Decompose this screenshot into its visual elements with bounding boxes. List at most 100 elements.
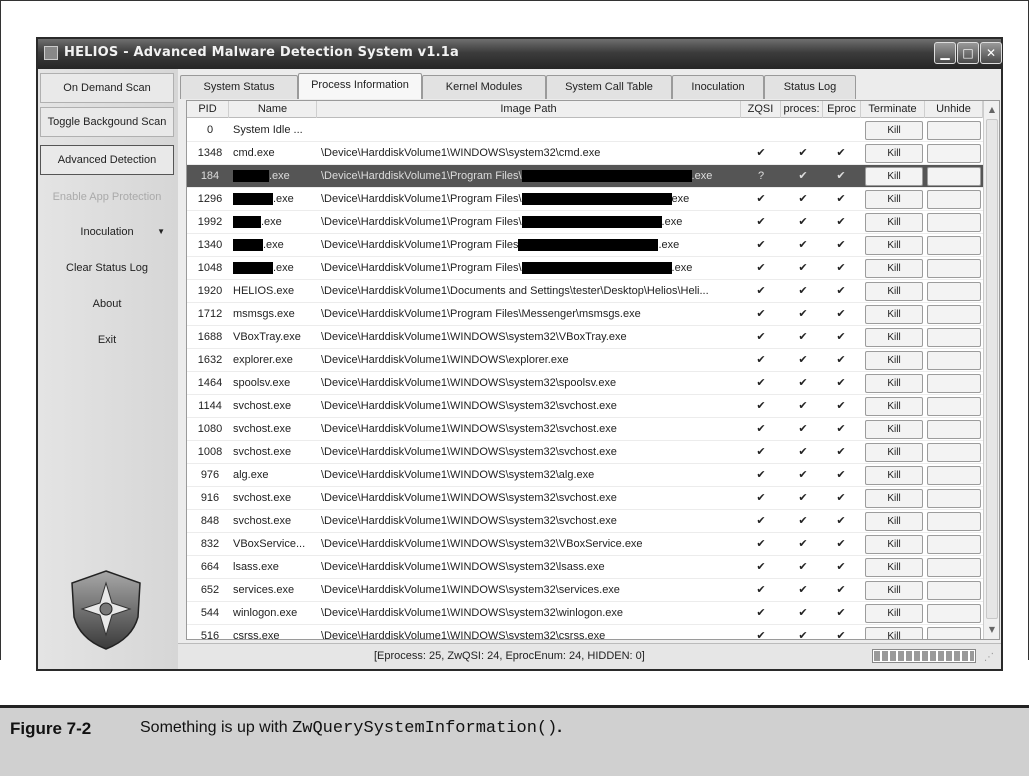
unhide-button[interactable]	[927, 581, 981, 600]
resize-grip-icon[interactable]: ⋰	[984, 652, 994, 663]
unhide-button[interactable]	[927, 144, 981, 163]
kill-button[interactable]: Kill	[865, 236, 923, 255]
table-row[interactable]: 1008 svchost.exe \Device\HarddiskVolume1\W…	[187, 441, 983, 464]
table-row[interactable]: 1992 .exe \Device\HarddiskVolume1\Program …	[187, 211, 983, 234]
unhide-button[interactable]	[927, 190, 981, 209]
kill-button[interactable]: Kill	[865, 121, 923, 140]
kill-button[interactable]: Kill	[865, 535, 923, 554]
kill-button[interactable]: Kill	[865, 627, 923, 639]
kill-button[interactable]: Kill	[865, 420, 923, 439]
table-row[interactable]: 1144 svchost.exe \Device\HarddiskVolume1\W…	[187, 395, 983, 418]
unhide-button[interactable]	[927, 374, 981, 393]
unhide-button[interactable]	[927, 466, 981, 485]
kill-button[interactable]: Kill	[865, 144, 923, 163]
table-row[interactable]: 1348 cmd.exe \Device\HarddiskVolume1\WINDO…	[187, 142, 983, 165]
column-header-eproc[interactable]: Eproc	[823, 101, 861, 118]
column-header-pid[interactable]: PID	[187, 101, 229, 118]
table-row[interactable]: 1632 explorer.exe \Device\HarddiskVolume1\…	[187, 349, 983, 372]
column-header-process[interactable]: proces:	[781, 101, 823, 118]
unhide-button[interactable]	[927, 397, 981, 416]
unhide-button[interactable]	[927, 351, 981, 370]
kill-button[interactable]: Kill	[865, 259, 923, 278]
table-row[interactable]: 832 VBoxService... \Device\HarddiskVolume1…	[187, 533, 983, 556]
unhide-button[interactable]	[927, 213, 981, 232]
unhide-button[interactable]	[927, 305, 981, 324]
kill-button[interactable]: Kill	[865, 489, 923, 508]
tab-inoculation[interactable]: Inoculation	[672, 75, 764, 99]
table-row[interactable]: 664 lsass.exe \Device\HarddiskVolume1\WIND…	[187, 556, 983, 579]
column-header-image-path[interactable]: Image Path	[317, 101, 741, 118]
unhide-button[interactable]	[927, 489, 981, 508]
table-row[interactable]: 516 csrss.exe \Device\HarddiskVolume1\WIND…	[187, 625, 983, 639]
kill-button[interactable]: Kill	[865, 443, 923, 462]
kill-button[interactable]: Kill	[865, 397, 923, 416]
table-row[interactable]: 1920 HELIOS.exe \Device\HarddiskVolume1\Do…	[187, 280, 983, 303]
scroll-up-icon[interactable]: ▲	[985, 103, 999, 117]
table-row[interactable]: 1048 .exe \Device\HarddiskVolume1\Program …	[187, 257, 983, 280]
unhide-button[interactable]	[927, 443, 981, 462]
unhide-button[interactable]	[927, 259, 981, 278]
vertical-scrollbar[interactable]: ▲ ▼	[983, 101, 999, 639]
table-row[interactable]: 916 svchost.exe \Device\HarddiskVolume1\WI…	[187, 487, 983, 510]
kill-button[interactable]: Kill	[865, 190, 923, 209]
scroll-down-icon[interactable]: ▼	[985, 623, 999, 637]
table-row[interactable]: 0 System Idle ... Kill	[187, 119, 983, 142]
table-row[interactable]: 848 svchost.exe \Device\HarddiskVolume1\WI…	[187, 510, 983, 533]
kill-button[interactable]: Kill	[865, 167, 923, 186]
scroll-thumb[interactable]	[986, 119, 998, 619]
table-row[interactable]: 1080 svchost.exe \Device\HarddiskVolume1\W…	[187, 418, 983, 441]
minimize-button[interactable]: ▁	[934, 42, 956, 64]
kill-button[interactable]: Kill	[865, 374, 923, 393]
inoculation-menu-button[interactable]: Inoculation ▼	[40, 217, 174, 247]
unhide-button[interactable]	[927, 558, 981, 577]
kill-button[interactable]: Kill	[865, 351, 923, 370]
tab-system-status[interactable]: System Status	[180, 75, 298, 99]
unhide-button[interactable]	[927, 282, 981, 301]
kill-button[interactable]: Kill	[865, 558, 923, 577]
table-row[interactable]: 652 services.exe \Device\HarddiskVolume1\W…	[187, 579, 983, 602]
column-header-zqsi[interactable]: ZQSI	[741, 101, 781, 118]
unhide-button[interactable]	[927, 535, 981, 554]
column-header-unhide[interactable]: Unhide	[925, 101, 983, 118]
table-row[interactable]: 184 .exe \Device\HarddiskVolume1\Program F…	[187, 165, 983, 188]
unhide-button[interactable]	[927, 627, 981, 639]
table-row[interactable]: 1464 spoolsv.exe \Device\HarddiskVolume1\W…	[187, 372, 983, 395]
column-header-terminate[interactable]: Terminate	[861, 101, 925, 118]
unhide-button[interactable]	[927, 604, 981, 623]
kill-button[interactable]: Kill	[865, 604, 923, 623]
kill-button[interactable]: Kill	[865, 213, 923, 232]
advanced-detection-button[interactable]: Advanced Detection	[40, 145, 174, 175]
unhide-button[interactable]	[927, 167, 981, 186]
table-row[interactable]: 1296 .exe \Device\HarddiskVolume1\Program …	[187, 188, 983, 211]
kill-button[interactable]: Kill	[865, 512, 923, 531]
tab-kernel-modules[interactable]: Kernel Modules	[422, 75, 546, 99]
table-row[interactable]: 1340 .exe \Device\HarddiskVolume1\Program …	[187, 234, 983, 257]
tab-process-information[interactable]: Process Information	[298, 73, 422, 99]
kill-button[interactable]: Kill	[865, 282, 923, 301]
unhide-button[interactable]	[927, 512, 981, 531]
kill-button[interactable]: Kill	[865, 328, 923, 347]
tab-status-log[interactable]: Status Log	[764, 75, 856, 99]
tab-system-call-table[interactable]: System Call Table	[546, 75, 672, 99]
table-row[interactable]: 1688 VBoxTray.exe \Device\HarddiskVolume1\…	[187, 326, 983, 349]
enable-app-protection-button[interactable]: Enable App Protection	[40, 182, 174, 212]
table-row[interactable]: 1712 msmsgs.exe \Device\HarddiskVolume1\Pr…	[187, 303, 983, 326]
unhide-button[interactable]	[927, 328, 981, 347]
exit-button[interactable]: Exit	[40, 325, 174, 355]
kill-button[interactable]: Kill	[865, 581, 923, 600]
close-button[interactable]: ✕	[980, 42, 1002, 64]
table-row[interactable]: 976 alg.exe \Device\HarddiskVolume1\WINDOW…	[187, 464, 983, 487]
column-header-name[interactable]: Name	[229, 101, 317, 118]
on-demand-scan-button[interactable]: On Demand Scan	[40, 73, 174, 103]
unhide-button[interactable]	[927, 121, 981, 140]
kill-button[interactable]: Kill	[865, 305, 923, 324]
about-button[interactable]: About	[40, 289, 174, 319]
title-bar[interactable]: HELIOS - Advanced Malware Detection Syst…	[38, 39, 1002, 69]
kill-button[interactable]: Kill	[865, 466, 923, 485]
table-row[interactable]: 544 winlogon.exe \Device\HarddiskVolume1\W…	[187, 602, 983, 625]
maximize-button[interactable]: □	[957, 42, 979, 64]
clear-status-log-button[interactable]: Clear Status Log	[40, 253, 174, 283]
unhide-button[interactable]	[927, 420, 981, 439]
toggle-background-scan-button[interactable]: Toggle Backgound Scan	[40, 107, 174, 137]
unhide-button[interactable]	[927, 236, 981, 255]
